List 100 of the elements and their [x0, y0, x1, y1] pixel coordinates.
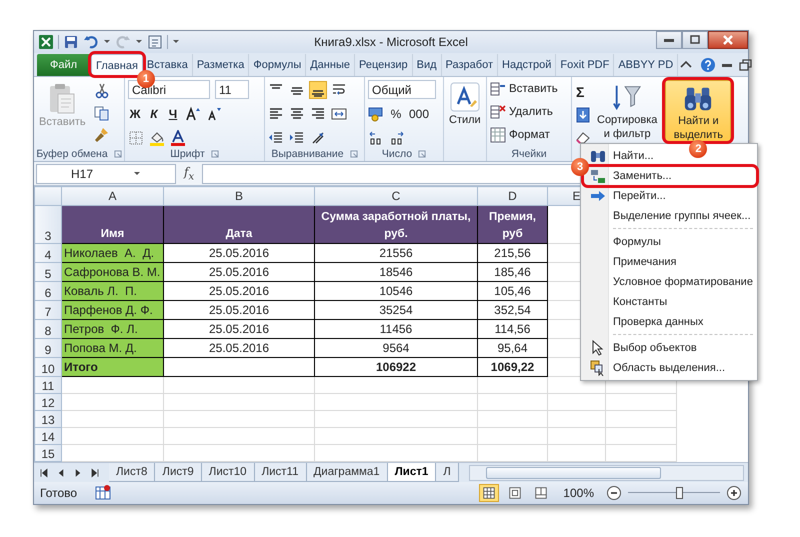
column-header[interactable]: A — [62, 186, 164, 206]
cells-menu-button[interactable]: Формат — [490, 126, 568, 144]
launcher-icon[interactable] — [350, 150, 358, 158]
launcher-icon[interactable] — [114, 150, 122, 158]
customize-caret-icon[interactable] — [172, 38, 180, 46]
row-header[interactable]: 14 — [34, 428, 62, 445]
autosum-button[interactable]: Σ — [575, 83, 591, 101]
decrease-decimal-icon[interactable] — [389, 130, 405, 146]
save-icon[interactable] — [63, 34, 79, 50]
menu-item[interactable]: Выбор объектов — [583, 338, 697, 358]
row-header[interactable]: 5 — [34, 262, 62, 282]
align-left-icon[interactable] — [268, 106, 284, 122]
merge-icon[interactable] — [331, 106, 347, 122]
insert-function-button[interactable]: f$_{x}$ — [180, 165, 198, 182]
help-icon[interactable] — [700, 57, 716, 73]
table-cell: 1069,22 — [490, 360, 534, 374]
row-header[interactable]: 9 — [34, 338, 62, 358]
slider-thumb[interactable] — [676, 487, 683, 500]
currency-icon[interactable] — [368, 106, 384, 122]
percent-button[interactable]: % — [389, 104, 403, 122]
sheet-tab[interactable]: Лист8 — [109, 463, 156, 482]
undo-icon[interactable] — [83, 34, 99, 50]
cells-menu-button[interactable]: Удалить — [490, 103, 568, 121]
menu-item[interactable]: Выделение группы ячеек... — [583, 206, 751, 226]
row-header[interactable]: 6 — [34, 282, 62, 301]
scrollbar-thumb[interactable] — [486, 466, 662, 479]
row-header[interactable]: 15 — [34, 444, 62, 462]
shrink-font-icon[interactable] — [206, 106, 222, 122]
close-button[interactable] — [708, 31, 748, 49]
brush-icon[interactable] — [94, 127, 110, 143]
decrease-indent-icon[interactable] — [268, 130, 284, 146]
menu-item[interactable]: Формулы — [583, 232, 661, 252]
form-icon[interactable] — [147, 34, 163, 50]
thousands-button[interactable]: 000 — [408, 104, 430, 122]
find-select-button[interactable]: Найти и выделить — [665, 80, 732, 142]
ribbon-tab[interactable]: Главная — [91, 54, 143, 76]
number-format-field[interactable]: Общий — [368, 80, 436, 99]
sheet-tab[interactable]: Лист10 — [202, 463, 255, 482]
name-box[interactable]: H17 — [36, 164, 176, 184]
align-right-icon[interactable] — [310, 106, 326, 122]
italic-button[interactable]: К — [147, 104, 161, 122]
ribbon-tab[interactable]: Файл — [37, 54, 92, 76]
minimize-button[interactable] — [656, 31, 682, 49]
bold-button[interactable]: Ж — [128, 104, 142, 122]
sheet-tab[interactable]: Л — [436, 463, 459, 482]
row-header[interactable]: 8 — [34, 320, 62, 339]
row-header[interactable]: 13 — [34, 410, 62, 428]
page-break-icon — [534, 486, 548, 500]
zoom-level[interactable]: 100% — [563, 486, 594, 500]
sheet-tab[interactable]: Лист9 — [155, 463, 202, 482]
scissors-icon[interactable] — [94, 83, 110, 99]
row-header[interactable]: 3 — [34, 206, 62, 244]
minimize-icon[interactable] — [722, 64, 732, 66]
styles-button[interactable]: Стили — [447, 80, 483, 146]
column-header[interactable]: D — [478, 186, 548, 206]
font-size-field[interactable]: 11 — [215, 80, 249, 99]
sheet-tab[interactable]: Лист1 — [388, 463, 436, 482]
increase-indent-icon[interactable] — [289, 130, 305, 146]
first-sheet-icon[interactable] — [38, 466, 50, 479]
grow-font-icon[interactable] — [185, 106, 201, 122]
menu-item[interactable]: Проверка данных — [583, 312, 704, 332]
normal-view-button[interactable] — [479, 484, 500, 502]
maximize-button[interactable] — [682, 31, 708, 49]
menu-item[interactable]: Область выделения... — [583, 358, 726, 378]
caret-icon[interactable] — [103, 38, 111, 46]
align-center-icon[interactable] — [289, 106, 305, 122]
borders-icon[interactable] — [128, 130, 144, 146]
underline-button[interactable]: Ч — [166, 104, 180, 122]
menu-item[interactable]: Условное форматирование — [583, 272, 753, 292]
row-header[interactable]: 11 — [34, 376, 62, 394]
orientation-icon[interactable] — [310, 130, 326, 146]
sheet-tab[interactable]: Диаграмма1 — [306, 463, 388, 482]
column-header[interactable]: B — [164, 186, 314, 206]
cells-menu-button[interactable]: Вставить — [490, 80, 568, 98]
sheet-tab[interactable]: Лист11 — [254, 463, 306, 482]
font-color-icon[interactable] — [170, 130, 186, 146]
wrap-text-icon[interactable] — [331, 82, 347, 98]
fill-bucket-icon[interactable] — [149, 130, 165, 146]
row-header[interactable]: 7 — [34, 300, 62, 320]
row-header[interactable]: 10 — [34, 358, 62, 377]
menu-item[interactable]: Примечания — [583, 252, 677, 272]
horizontal-scrollbar[interactable] — [468, 464, 744, 481]
zoom-in-icon[interactable] — [726, 485, 742, 502]
copy-icon[interactable] — [94, 105, 110, 121]
menu-item[interactable]: Константы — [583, 292, 668, 312]
fill-down-icon[interactable] — [575, 107, 591, 123]
caret-icon[interactable] — [135, 38, 143, 46]
row-header[interactable]: 12 — [34, 394, 62, 411]
table-cell: Николаев А. Д. — [64, 246, 154, 260]
align-bottom-icon[interactable] — [310, 82, 326, 98]
launcher-icon[interactable] — [418, 150, 426, 158]
launcher-icon[interactable] — [210, 150, 219, 158]
macro-record-icon[interactable] — [95, 485, 112, 502]
spreadsheet-icon[interactable] — [38, 34, 54, 50]
table-cell: 25.05.2016 — [208, 265, 270, 280]
column-header[interactable]: C — [314, 186, 478, 206]
last-sheet-icon[interactable] — [89, 466, 101, 479]
zoom-out-icon[interactable] — [606, 485, 622, 502]
row-header[interactable]: 4 — [34, 244, 62, 263]
restore-icon[interactable] — [738, 57, 754, 73]
